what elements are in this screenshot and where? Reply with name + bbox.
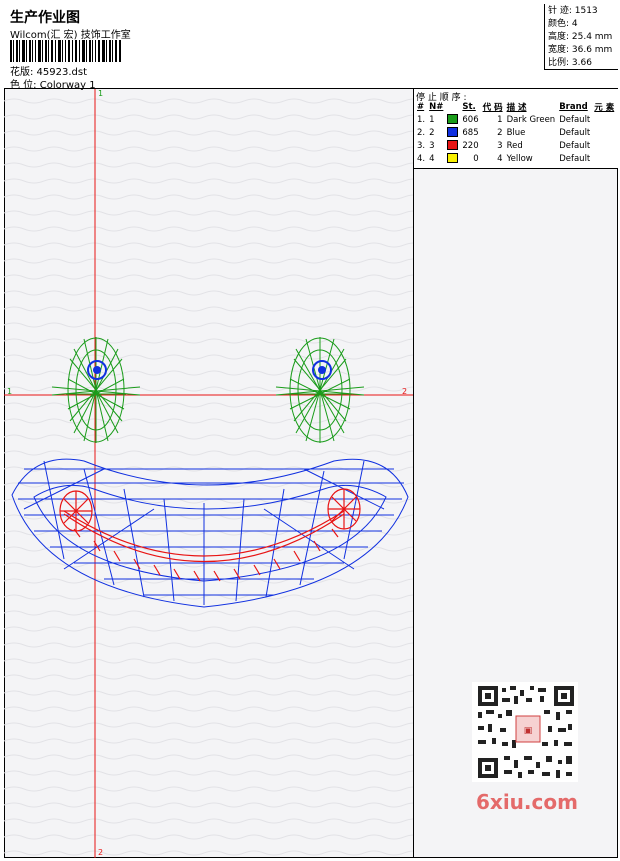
row-brand: Default [559,127,591,138]
row-index: 3. [417,140,426,151]
guide-label-top: 1 [98,89,103,98]
color-swatch [447,140,459,151]
studio-name: Wilcom(汇 宏) 技饰工作室 [10,30,131,41]
stop-sequence-panel: 停 止 顺 序 : # N# St. 代 码 描 述 Brand 元 素 1. … [414,89,618,169]
guide-label-bottom: 2 [98,848,103,857]
row-number: 3 [429,140,435,151]
color-count: 颜色: 4 [548,19,578,29]
row-number: 4 [429,153,435,164]
left-cheek [59,490,93,532]
barcode [10,40,121,62]
col-element: 元 素 [594,102,615,113]
table-row: 1. 1 606 1 Dark Green Default [415,113,616,126]
color-swatch [447,127,459,138]
row-index: 2. [417,127,426,138]
row-description: Dark Green [506,114,556,125]
col-stitches: St. [462,101,476,112]
row-code: 3 [497,140,503,151]
right-pupil-center [318,366,326,374]
header: 生产作业图 Wilcom(汇 宏) 技饰工作室 花版: 45923.dst 色 … [4,4,618,91]
row-description: Red [506,140,523,151]
row-stitches: 220 [462,140,479,151]
col-index: # [417,101,425,112]
stats-box: 针 迹: 1513 颜色: 4 高度: 25.4 mm 宽度: 36.6 mm … [544,4,618,70]
thread-table: # N# St. 代 码 描 述 Brand 元 素 1. 1 606 1 Da… [415,100,616,165]
row-index: 1. [417,114,426,125]
row-brand: Default [559,140,591,151]
table-row: 2. 2 685 2 Blue Default [415,126,616,139]
color-swatch [447,153,459,164]
page-title: 生产作业图 [10,10,80,26]
row-code: 1 [497,114,503,125]
color-swatch [447,114,459,125]
col-description: 描 述 [506,102,527,113]
col-brand: Brand [559,101,588,112]
row-description: Yellow [506,153,533,164]
design-width: 宽度: 36.6 mm [548,45,613,55]
row-code: 4 [497,153,503,164]
design-scale: 比例: 3.66 [548,58,592,68]
row-index: 4. [417,153,426,164]
col-code: 代 码 [482,102,503,113]
row-stitches: 0 [473,153,479,164]
right-cheek [327,488,361,530]
guide-label-right: 2 [402,387,407,396]
row-description: Blue [506,127,526,138]
table-row: 3. 3 220 3 Red Default [415,139,616,152]
row-brand: Default [559,153,591,164]
guide-label-left: 1 [7,387,12,396]
svg-text:▣: ▣ [524,726,533,736]
row-stitches: 685 [462,127,479,138]
table-row: 4. 4 0 4 Yellow Default [415,152,616,165]
embroidery-preview: 1 2 1 2 [4,89,413,858]
qr-code: ▣ [472,682,578,782]
design-height: 高度: 25.4 mm [548,32,613,42]
table-header-row: # N# St. 代 码 描 述 Brand 元 素 [415,100,616,113]
col-number: N# [429,101,444,112]
design-canvas: 1 2 1 2 [4,89,414,858]
fabric-texture [4,89,413,858]
row-number: 2 [429,127,435,138]
row-code: 2 [497,127,503,138]
stitch-count: 针 迹: 1513 [548,6,598,16]
row-stitches: 606 [462,114,479,125]
left-pupil-center [93,366,101,374]
row-brand: Default [559,114,591,125]
watermark-text: 6xiu.com [476,790,578,814]
row-number: 1 [429,114,435,125]
